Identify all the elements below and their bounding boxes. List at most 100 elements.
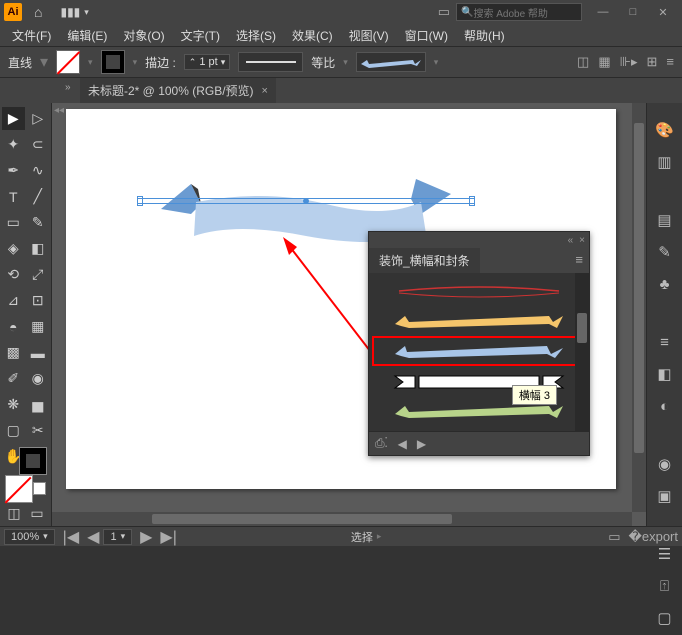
graph-tool[interactable]: ▅ bbox=[27, 393, 50, 416]
panel-title[interactable]: 装饰_横幅和封条 bbox=[369, 248, 480, 273]
gradient-tool[interactable]: ▬ bbox=[27, 341, 50, 364]
brush-item[interactable]: 横幅 3 bbox=[373, 367, 585, 395]
brush-item-selected[interactable] bbox=[373, 337, 585, 365]
graphic-styles-panel-icon[interactable]: ▣ bbox=[654, 485, 676, 507]
menu-object[interactable]: 对象(O) bbox=[119, 25, 168, 46]
menu-help[interactable]: 帮助(H) bbox=[460, 25, 509, 46]
next-library-icon[interactable]: ▶ bbox=[417, 437, 426, 451]
layers-panel-icon[interactable]: ☰ bbox=[654, 543, 676, 565]
artboards-panel-icon[interactable]: ▢ bbox=[654, 607, 676, 629]
gradient-panel-icon[interactable]: ◧ bbox=[654, 363, 676, 385]
magic-wand-tool[interactable]: ✦ bbox=[2, 133, 25, 156]
tab-overflow-icon[interactable]: » bbox=[65, 82, 71, 93]
curvature-tool[interactable]: ∿ bbox=[27, 159, 50, 182]
transform-icon[interactable]: ⊞ bbox=[647, 54, 658, 70]
canvas-collapse-icon[interactable]: ◂◂ bbox=[54, 105, 64, 116]
horizontal-scrollbar[interactable] bbox=[52, 512, 632, 526]
swatches-panel-icon[interactable]: ▤ bbox=[654, 209, 676, 231]
last-artboard-icon[interactable]: ▶| bbox=[156, 527, 180, 547]
slice-tool[interactable]: ✂ bbox=[27, 419, 50, 442]
appearance-panel-icon[interactable]: ◉ bbox=[654, 453, 676, 475]
stroke-swatch[interactable] bbox=[101, 50, 125, 74]
symbol-sprayer-tool[interactable]: ❋ bbox=[2, 393, 25, 416]
prev-artboard-icon[interactable]: ◀ bbox=[83, 527, 103, 547]
panel-close-icon[interactable]: × bbox=[579, 235, 585, 246]
selection-handle[interactable] bbox=[137, 196, 143, 202]
maximize-button[interactable]: □ bbox=[618, 2, 648, 22]
canvas-area[interactable]: ◂◂ bbox=[52, 103, 646, 526]
arrange-documents-icon[interactable]: ▭ bbox=[438, 4, 450, 20]
vertical-scrollbar[interactable] bbox=[632, 103, 646, 512]
brush-item[interactable] bbox=[373, 307, 585, 335]
artboard-nav-input[interactable]: 1▾ bbox=[103, 529, 132, 545]
stroke-width-input[interactable]: ⌃1 pt▾ bbox=[184, 54, 230, 70]
rectangle-tool[interactable]: ▭ bbox=[2, 211, 25, 234]
document-tab[interactable]: 未标题-2* @ 100% (RGB/预览) × bbox=[80, 78, 276, 103]
rotate-tool[interactable]: ⟲ bbox=[2, 263, 25, 286]
free-transform-tool[interactable]: ⊡ bbox=[27, 289, 50, 312]
brush-library-menu-icon[interactable]: ⎙⁚ bbox=[375, 436, 388, 451]
menu-file[interactable]: 文件(F) bbox=[8, 25, 55, 46]
zoom-level-input[interactable]: 100%▾ bbox=[4, 529, 55, 545]
paintbrush-tool[interactable]: ✎ bbox=[27, 211, 50, 234]
shaper-tool[interactable]: ◈ bbox=[2, 237, 25, 260]
brushes-panel-icon[interactable]: ✎ bbox=[654, 241, 676, 263]
status-icon-1[interactable]: ▭ bbox=[608, 529, 620, 545]
width-tool[interactable]: ⊿ bbox=[2, 289, 25, 312]
direct-selection-tool[interactable]: ▷ bbox=[27, 107, 50, 130]
none-mode-btn[interactable] bbox=[33, 482, 46, 495]
menu-edit[interactable]: 编辑(E) bbox=[63, 25, 111, 46]
minimize-button[interactable]: — bbox=[588, 2, 618, 22]
selection-handle[interactable] bbox=[469, 200, 475, 206]
search-input[interactable]: 🔍 搜索 Adobe 帮助 bbox=[456, 3, 582, 21]
style-icon[interactable]: ▦ bbox=[598, 54, 610, 70]
draw-mode-icon[interactable]: ◫ bbox=[3, 502, 26, 525]
status-icon-2[interactable]: �export bbox=[629, 529, 678, 545]
color-panel-icon[interactable]: 🎨 bbox=[654, 119, 676, 141]
symbols-panel-icon[interactable]: ♣ bbox=[654, 273, 676, 295]
brush-item[interactable] bbox=[373, 277, 585, 305]
stroke-profile-dropdown[interactable] bbox=[238, 52, 303, 72]
mesh-tool[interactable]: ▩ bbox=[2, 341, 25, 364]
line-tool[interactable]: ╱ bbox=[27, 185, 50, 208]
eyedropper-tool[interactable]: ✐ bbox=[2, 367, 25, 390]
asset-export-panel-icon[interactable]: ⍐ bbox=[654, 575, 676, 597]
close-button[interactable]: ✕ bbox=[648, 2, 678, 22]
transparency-panel-icon[interactable]: ◐ bbox=[654, 395, 676, 417]
menu-type[interactable]: 文字(T) bbox=[177, 25, 224, 46]
menu-select[interactable]: 选择(S) bbox=[232, 25, 280, 46]
align-icon[interactable]: ⊪▸ bbox=[620, 54, 638, 70]
panel-collapse-icon[interactable]: « bbox=[568, 235, 574, 246]
opacity-icon[interactable]: ◫ bbox=[577, 54, 589, 70]
menu-effect[interactable]: 效果(C) bbox=[288, 25, 337, 46]
blend-tool[interactable]: ◉ bbox=[27, 367, 50, 390]
stroke-panel-icon[interactable]: ≡ bbox=[654, 331, 676, 353]
selection-handle[interactable] bbox=[137, 198, 143, 204]
selection-handle[interactable] bbox=[469, 198, 475, 204]
screen-mode-icon[interactable]: ▭ bbox=[26, 502, 49, 525]
brushes-panel[interactable]: « × 装饰_横幅和封条 ≡ 横幅 3 ⎙⁚ bbox=[368, 231, 590, 456]
panel-menu-icon[interactable]: ≡ bbox=[569, 248, 589, 271]
eraser-tool[interactable]: ◧ bbox=[27, 237, 50, 260]
type-tool[interactable]: T bbox=[2, 185, 25, 208]
selection-handle[interactable] bbox=[137, 200, 143, 206]
workspace-dropdown[interactable]: ▮▮▮ ▾ bbox=[60, 5, 88, 19]
color-guide-panel-icon[interactable]: ▥ bbox=[654, 151, 676, 173]
prev-library-icon[interactable]: ◀ bbox=[398, 437, 407, 451]
brush-list-scrollbar[interactable] bbox=[575, 273, 589, 431]
fill-swatch[interactable] bbox=[56, 50, 80, 74]
scale-tool[interactable]: ⤢ bbox=[27, 263, 50, 286]
selection-handle[interactable] bbox=[469, 196, 475, 202]
selection-tool[interactable]: ▶ bbox=[2, 107, 25, 130]
panel-menu-icon[interactable]: ≡ bbox=[666, 54, 674, 70]
perspective-tool[interactable]: ▦ bbox=[27, 315, 50, 338]
artboard-tool[interactable]: ▢ bbox=[2, 419, 25, 442]
shape-builder-tool[interactable]: ◓ bbox=[2, 315, 25, 338]
lasso-tool[interactable]: ⊂ bbox=[27, 133, 50, 156]
close-tab-icon[interactable]: × bbox=[262, 85, 268, 97]
brush-definition-dropdown[interactable] bbox=[356, 52, 426, 72]
menu-view[interactable]: 视图(V) bbox=[345, 25, 393, 46]
first-artboard-icon[interactable]: |◀ bbox=[59, 527, 83, 547]
home-icon[interactable]: ⌂ bbox=[34, 4, 42, 20]
next-artboard-icon[interactable]: ▶ bbox=[136, 527, 156, 547]
